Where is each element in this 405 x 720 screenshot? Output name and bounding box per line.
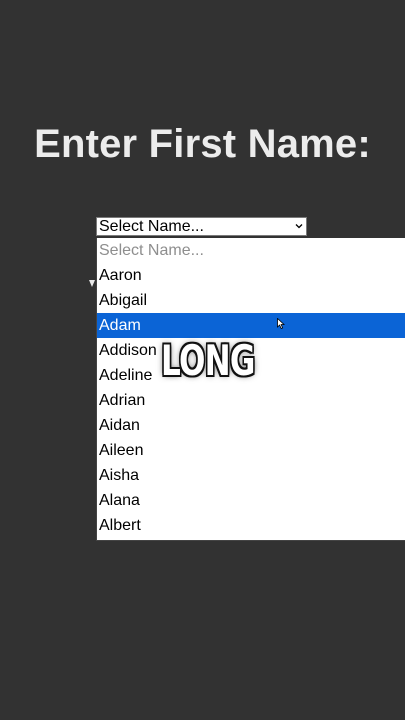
option-albert[interactable]: Albert <box>97 513 405 538</box>
option-abigail[interactable]: Abigail <box>97 288 405 313</box>
partial-mark-icon <box>89 280 95 287</box>
page-title: Enter First Name: <box>34 122 371 166</box>
option-aileen[interactable]: Aileen <box>97 438 405 463</box>
select-value: Select Name... <box>99 218 204 235</box>
screen: Enter First Name: Select Name... Select … <box>0 0 405 720</box>
option-adam[interactable]: Adam <box>97 313 405 338</box>
overlay-caption: LONG <box>161 336 255 385</box>
option-adrian[interactable]: Adrian <box>97 388 405 413</box>
first-name-select[interactable]: Select Name... <box>96 217 307 236</box>
option-placeholder[interactable]: Select Name... <box>97 238 405 263</box>
option-aisha[interactable]: Aisha <box>97 463 405 488</box>
option-alana[interactable]: Alana <box>97 488 405 513</box>
chevron-down-icon <box>295 224 303 229</box>
option-aidan[interactable]: Aidan <box>97 413 405 438</box>
option-aaron[interactable]: Aaron <box>97 263 405 288</box>
mouse-pointer-icon <box>277 318 285 329</box>
name-dropdown-list[interactable]: Select Name... Aaron Abigail Adam Addiso… <box>96 238 405 541</box>
